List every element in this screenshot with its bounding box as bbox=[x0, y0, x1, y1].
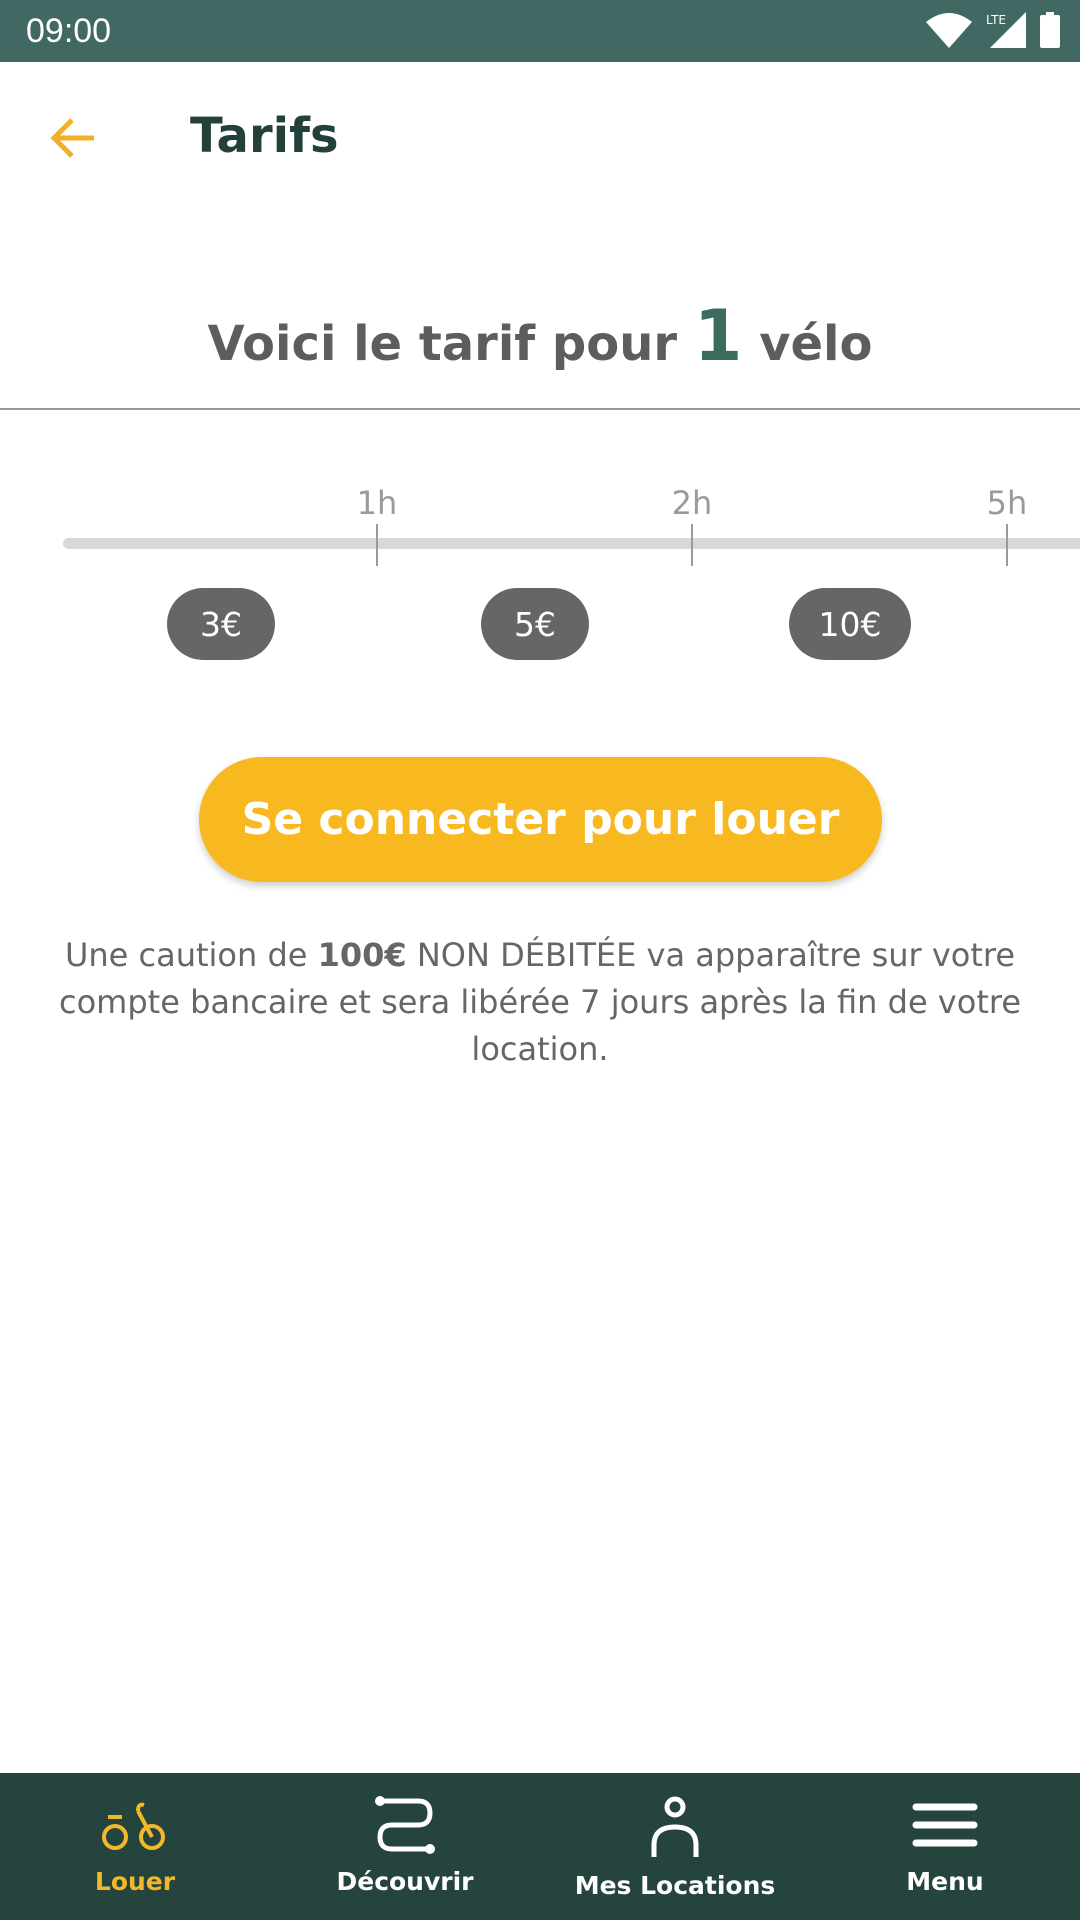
price-badge: 10€ bbox=[789, 588, 911, 660]
person-icon bbox=[651, 1796, 699, 1857]
bike-icon bbox=[102, 1802, 165, 1850]
nav-label: Mes Locations bbox=[574, 1871, 776, 1900]
note-text: Une caution de bbox=[64, 936, 318, 974]
status-bar: 09:00 LTE bbox=[0, 0, 1080, 62]
heading-suffix: vélo bbox=[742, 316, 873, 372]
nav-label: Découvrir bbox=[336, 1867, 474, 1896]
app-bar: Tarifs bbox=[0, 62, 1080, 212]
price-badge: 3€ bbox=[167, 588, 275, 660]
page-title: Tarifs bbox=[190, 108, 339, 164]
nav-item-menu[interactable]: Menu bbox=[810, 1773, 1080, 1920]
hour-label: 2h bbox=[671, 484, 713, 522]
battery-icon bbox=[1040, 12, 1060, 48]
hour-tick bbox=[1006, 524, 1008, 566]
lte-label: LTE bbox=[986, 13, 1006, 27]
nav-label: Louer bbox=[94, 1867, 176, 1896]
hour-tick bbox=[691, 524, 693, 566]
bike-count: 1 bbox=[693, 295, 743, 377]
heading-prefix: Voici le tarif pour bbox=[207, 316, 694, 372]
arrow-left-icon bbox=[50, 118, 94, 158]
route-icon bbox=[375, 1796, 435, 1854]
menu-icon bbox=[912, 1803, 978, 1847]
hour-tick bbox=[376, 524, 378, 566]
tariff-heading: Voici le tarif pour 1 vélo bbox=[0, 295, 1080, 377]
login-to-rent-button[interactable]: Se connecter pour louer bbox=[199, 757, 882, 882]
wifi-icon bbox=[926, 13, 973, 48]
back-button[interactable] bbox=[44, 110, 104, 166]
divider bbox=[0, 408, 1080, 410]
price-badge: 5€ bbox=[481, 588, 589, 660]
hour-label: 1h bbox=[356, 484, 398, 522]
deposit-note: Une caution de 100€ NON DÉBITÉE va appar… bbox=[40, 932, 1040, 1073]
status-time: 09:00 bbox=[26, 12, 112, 50]
nav-item-mes-locations[interactable]: Mes Locations bbox=[540, 1773, 810, 1920]
deposit-amount: 100€ bbox=[317, 936, 407, 974]
hour-label: 5h bbox=[986, 484, 1028, 522]
nav-item-louer[interactable]: Louer bbox=[0, 1773, 270, 1920]
nav-item-decouvrir[interactable]: Découvrir bbox=[270, 1773, 540, 1920]
nav-label: Menu bbox=[906, 1867, 984, 1896]
bottom-nav: Louer Découvrir Mes Locations Menu bbox=[0, 1773, 1080, 1920]
duration-track bbox=[63, 538, 1080, 549]
